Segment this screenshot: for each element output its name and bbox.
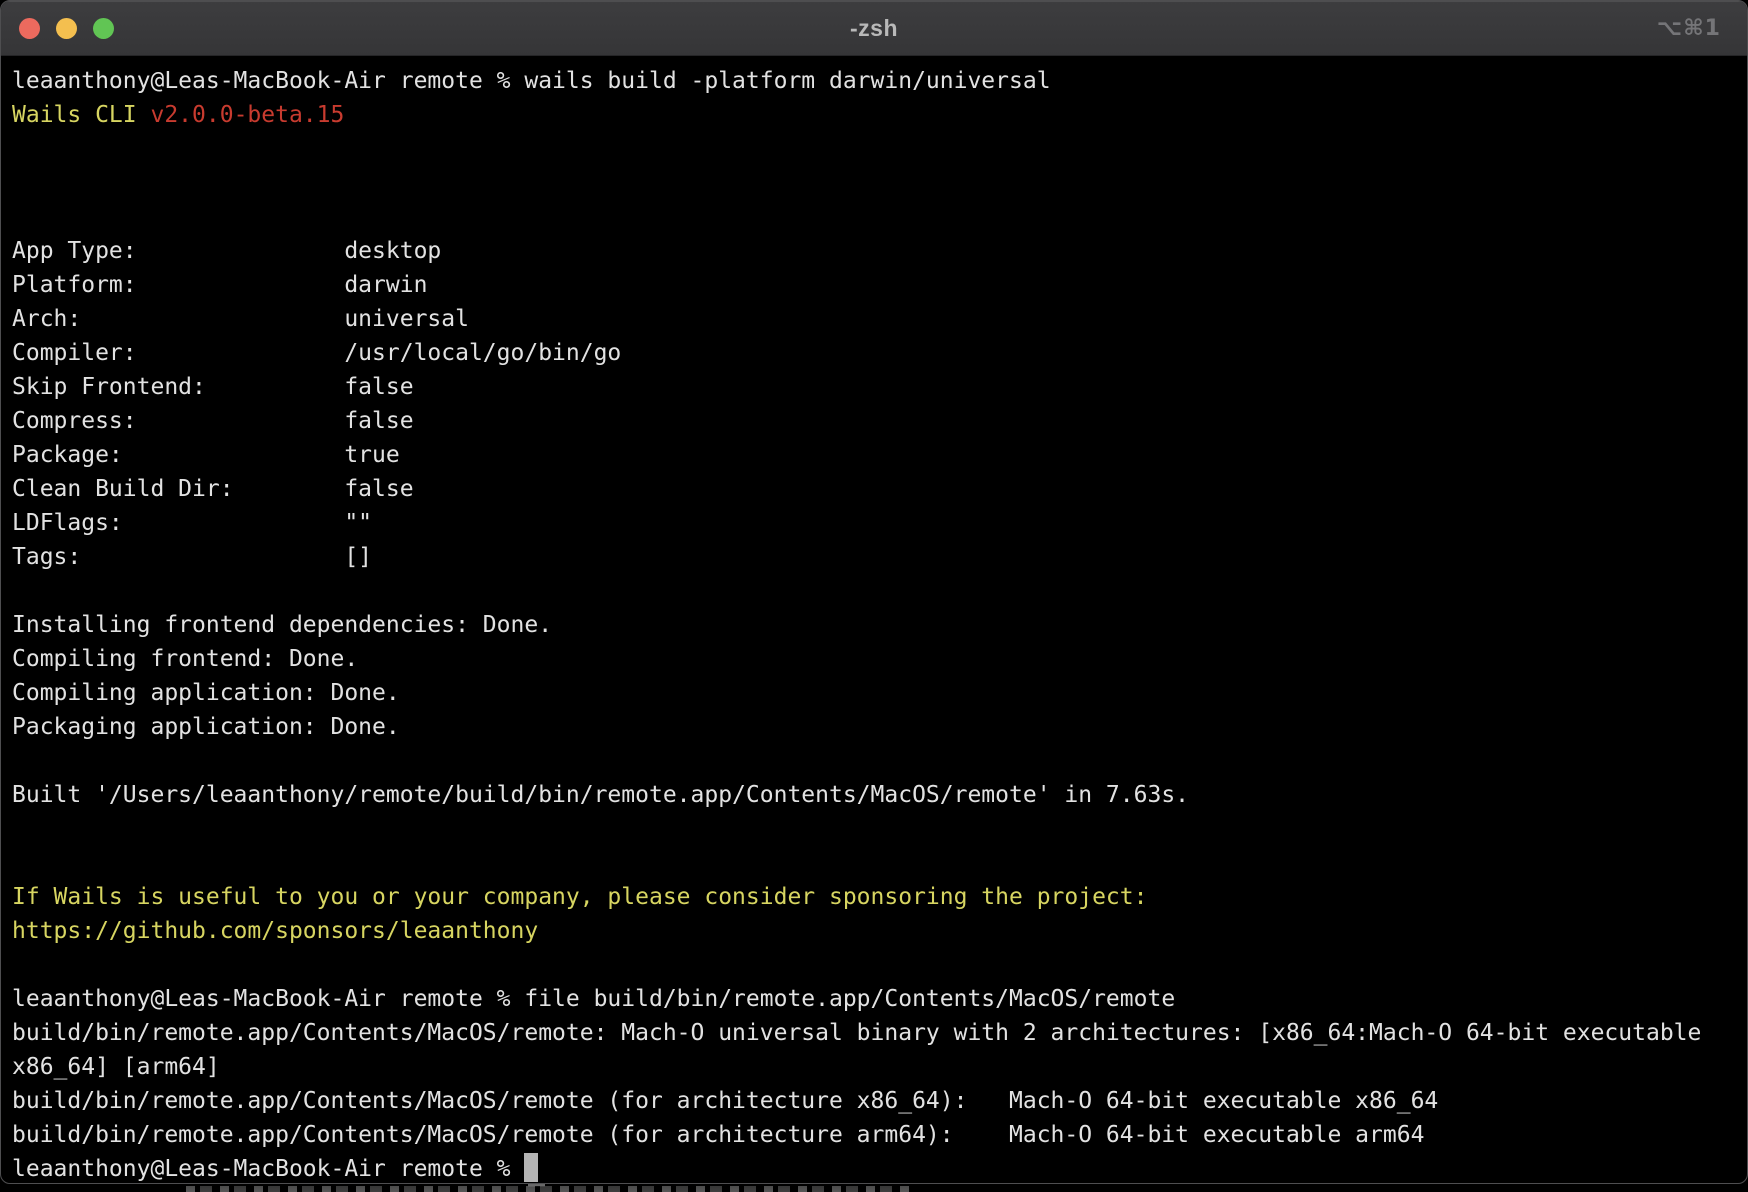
terminal-text-segment: leaanthony@Leas-MacBook-Air remote % fil… [12, 986, 1175, 1012]
terminal-text-segment: Packaging application: Done. [12, 714, 400, 740]
terminal-text-segment: Compiling application: Done. [12, 680, 400, 706]
terminal-text-segment: Built '/Users/leaanthony/remote/build/bi… [12, 782, 1189, 808]
terminal-line: build/bin/remote.app/Contents/MacOS/remo… [12, 1016, 1747, 1050]
terminal-text-segment: Compress: false [12, 408, 414, 434]
terminal-text-segment: Clean Build Dir: false [12, 476, 414, 502]
desktop-background: -zsh ⌥⌘1 leaanthony@Leas-MacBook-Air rem… [0, 0, 1748, 1192]
terminal-line: leaanthony@Leas-MacBook-Air remote % fil… [12, 982, 1747, 1016]
terminal-line: https://github.com/sponsors/leaanthony [12, 914, 1747, 948]
terminal-text-segment: build/bin/remote.app/Contents/MacOS/remo… [12, 1122, 1424, 1148]
terminal-line: Installing frontend dependencies: Done. [12, 608, 1747, 642]
terminal-line: Skip Frontend: false [12, 370, 1747, 404]
terminal-line: Tags: [] [12, 540, 1747, 574]
terminal-line: Wails CLI v2.0.0-beta.15 [12, 98, 1747, 132]
terminal-text-segment: x86_64] [arm64] [12, 1054, 220, 1080]
terminal-line [12, 574, 1747, 608]
terminal-text-segment: build/bin/remote.app/Contents/MacOS/remo… [12, 1088, 1438, 1114]
terminal-line: Arch: universal [12, 302, 1747, 336]
terminal-line: Platform: darwin [12, 268, 1747, 302]
terminal-line [12, 132, 1747, 166]
terminal-line: Compiler: /usr/local/go/bin/go [12, 336, 1747, 370]
terminal-line: x86_64] [arm64] [12, 1050, 1747, 1084]
terminal-line: leaanthony@Leas-MacBook-Air remote % wai… [12, 64, 1747, 98]
terminal-line [12, 744, 1747, 778]
terminal-line [12, 812, 1747, 846]
terminal-line: Clean Build Dir: false [12, 472, 1747, 506]
terminal-line [12, 948, 1747, 982]
terminal-text-segment: Arch: universal [12, 306, 469, 332]
terminal-window: -zsh ⌥⌘1 leaanthony@Leas-MacBook-Air rem… [0, 0, 1748, 1184]
terminal-line: Compiling frontend: Done. [12, 642, 1747, 676]
terminal-text-segment: Installing frontend dependencies: Done. [12, 612, 552, 638]
terminal-text-segment: v2.0.0-beta.15 [150, 102, 344, 128]
close-button[interactable] [19, 18, 40, 39]
terminal-line [12, 200, 1747, 234]
traffic-lights [19, 1, 114, 56]
terminal-text-segment: Compiler: /usr/local/go/bin/go [12, 340, 621, 366]
terminal-line: Built '/Users/leaanthony/remote/build/bi… [12, 778, 1747, 812]
terminal-line: leaanthony@Leas-MacBook-Air remote % [12, 1152, 1747, 1184]
terminal-line [12, 166, 1747, 200]
terminal-text-segment: Tags: [] [12, 544, 372, 570]
terminal-text-segment: Compiling frontend: Done. [12, 646, 358, 672]
terminal-cursor [524, 1153, 538, 1182]
terminal-text-segment: https://github.com/sponsors/leaanthony [12, 918, 538, 944]
terminal-text-segment: LDFlags: "" [12, 510, 372, 536]
terminal-text-segment: Wails CLI [12, 102, 150, 128]
terminal-output-area[interactable]: leaanthony@Leas-MacBook-Air remote % wai… [1, 56, 1747, 1184]
minimize-button[interactable] [56, 18, 77, 39]
terminal-line: build/bin/remote.app/Contents/MacOS/remo… [12, 1084, 1747, 1118]
terminal-text-segment: Skip Frontend: false [12, 374, 414, 400]
zoom-button[interactable] [93, 18, 114, 39]
terminal-line: LDFlags: "" [12, 506, 1747, 540]
window-shortcut-badge: ⌥⌘1 [1657, 1, 1721, 56]
terminal-line: Compress: false [12, 404, 1747, 438]
terminal-line: build/bin/remote.app/Contents/MacOS/remo… [12, 1118, 1747, 1152]
window-title: -zsh [1, 15, 1747, 42]
terminal-text-segment: If Wails is useful to you or your compan… [12, 884, 1147, 910]
window-titlebar[interactable]: -zsh ⌥⌘1 [1, 1, 1747, 56]
terminal-line: Packaging application: Done. [12, 710, 1747, 744]
terminal-line [12, 846, 1747, 880]
background-window-clipped-text [186, 1186, 910, 1192]
terminal-line: Package: true [12, 438, 1747, 472]
terminal-line: If Wails is useful to you or your compan… [12, 880, 1747, 914]
terminal-line: App Type: desktop [12, 234, 1747, 268]
terminal-text-segment: leaanthony@Leas-MacBook-Air remote % [12, 1156, 524, 1182]
terminal-text-segment: leaanthony@Leas-MacBook-Air remote % wai… [12, 68, 1051, 94]
terminal-text-segment: Platform: darwin [12, 272, 427, 298]
terminal-line: Compiling application: Done. [12, 676, 1747, 710]
terminal-text-segment: build/bin/remote.app/Contents/MacOS/remo… [12, 1020, 1701, 1046]
terminal-text-segment: App Type: desktop [12, 238, 441, 264]
terminal-text-segment: Package: true [12, 442, 400, 468]
